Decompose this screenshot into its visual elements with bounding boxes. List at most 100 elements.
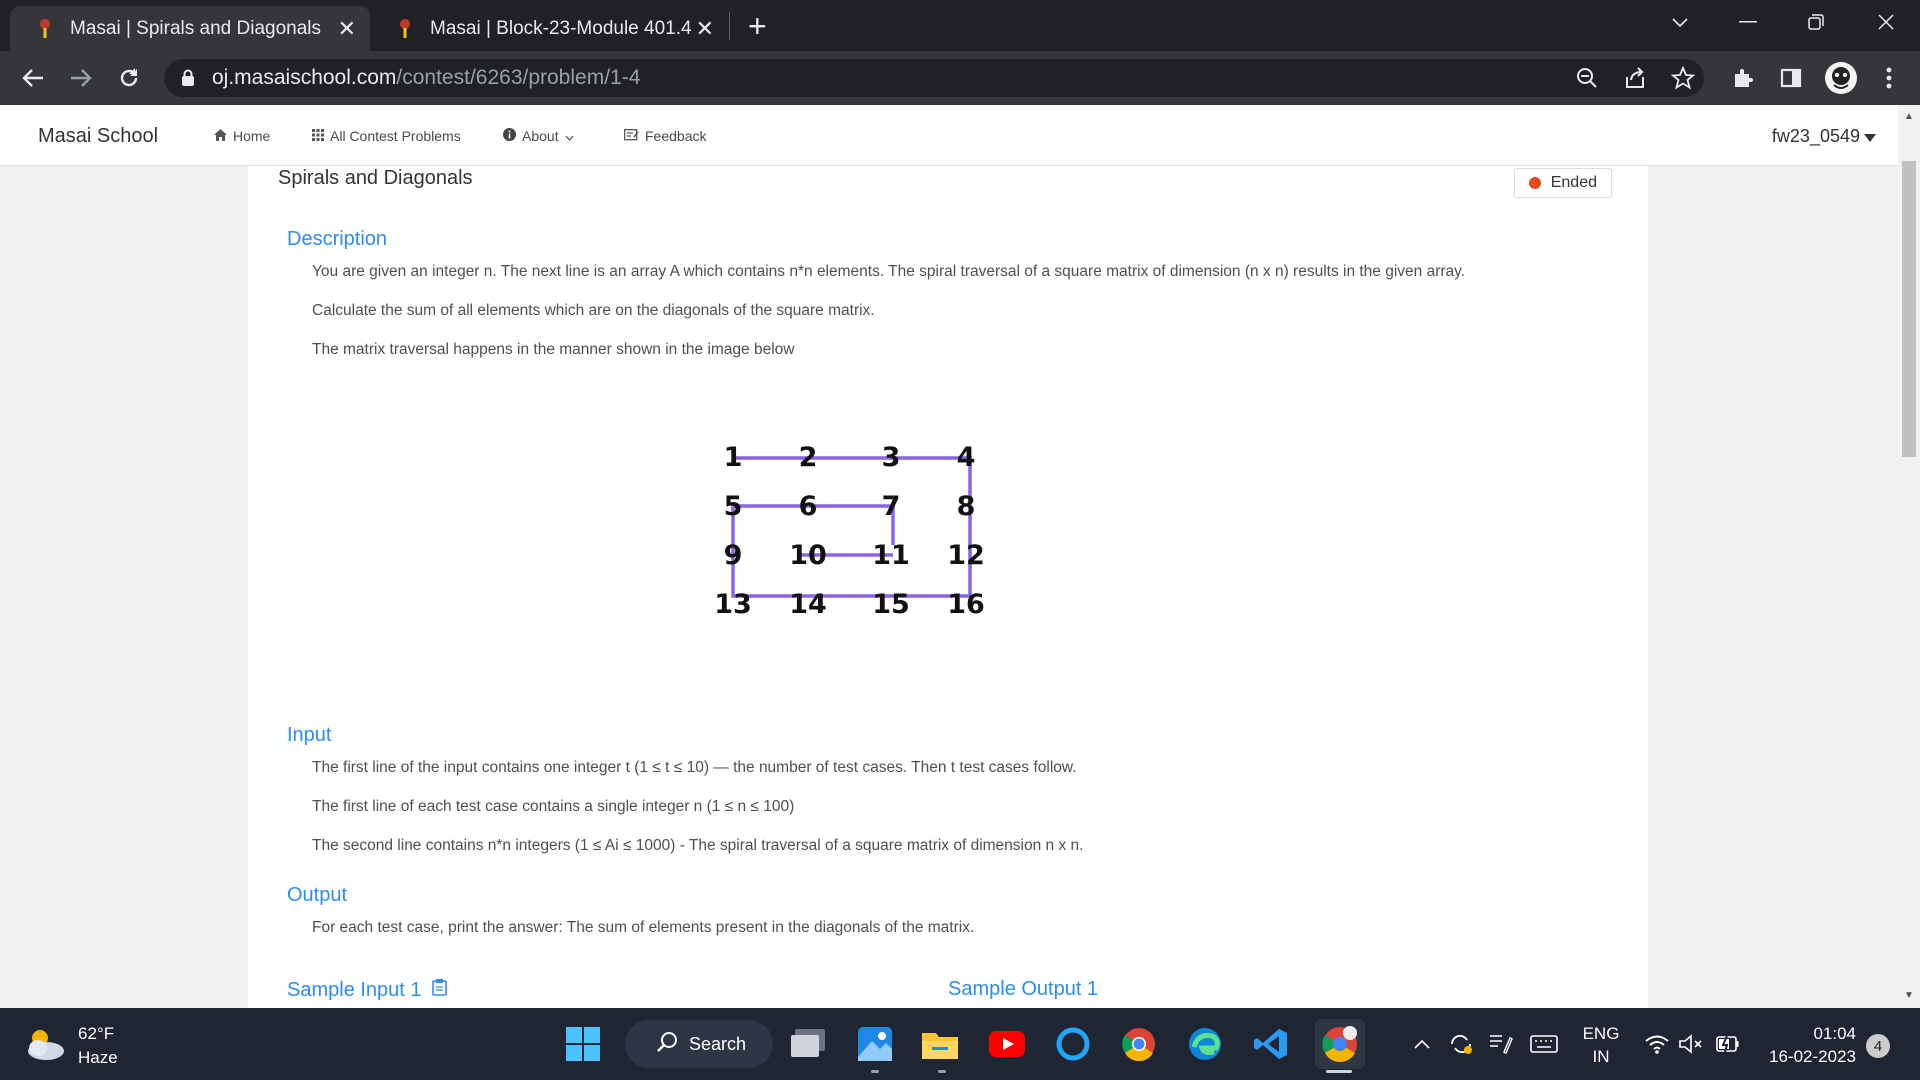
photos-app-icon[interactable] <box>855 1024 895 1064</box>
nav-all-contest-problems-label: All Contest Problems <box>330 128 461 144</box>
matrix-cell-number: 2 <box>799 442 818 473</box>
description-paragraph: You are given an integer n. The next lin… <box>312 263 1466 280</box>
caret-down-icon <box>1864 126 1876 147</box>
input-heading: Input <box>287 724 332 746</box>
username: fw23_0549 <box>1771 126 1860 146</box>
clock-date: 16-02-2023 <box>1769 1047 1856 1066</box>
masai-favicon-icon <box>34 18 56 40</box>
nav-home[interactable]: Home <box>214 128 270 144</box>
wifi-icon[interactable] <box>1642 1024 1672 1064</box>
sample-input-heading: Sample Input 1 <box>287 978 447 1002</box>
windows-start-icon[interactable] <box>563 1024 603 1064</box>
volume-muted-icon[interactable] <box>1676 1024 1706 1064</box>
nav-feedback[interactable]: Feedback <box>624 128 706 144</box>
tab-separator <box>729 12 730 40</box>
matrix-cell-number: 9 <box>724 540 743 571</box>
bookmark-star-icon[interactable] <box>1670 65 1696 91</box>
chrome-menu-icon[interactable] <box>1876 65 1902 91</box>
restore-icon[interactable] <box>1788 0 1844 44</box>
url-path: /contest/6263/problem/1-4 <box>396 66 641 89</box>
input-language-indicator[interactable]: ENG IN <box>1576 1022 1626 1068</box>
output-heading: Output <box>287 884 348 906</box>
url-text: oj.masaischool.com/contest/6263/problem/… <box>212 66 640 90</box>
matrix-cell-number: 10 <box>789 540 827 571</box>
brand-logo-text[interactable]: Masai School <box>38 125 158 148</box>
sync-icon[interactable] <box>1446 1024 1476 1064</box>
new-tab-button[interactable]: + <box>748 8 767 45</box>
app-active-indicator <box>1326 1070 1352 1073</box>
zoom-icon[interactable] <box>1574 65 1600 91</box>
battery-charging-icon[interactable] <box>1712 1024 1742 1064</box>
reload-icon[interactable] <box>112 61 146 95</box>
sample-output-title: Sample Output 1 <box>948 978 1099 1000</box>
scrollbar-thumb[interactable] <box>1902 161 1916 457</box>
touch-keyboard-icon[interactable] <box>1528 1024 1560 1064</box>
pen-workspace-icon[interactable] <box>1486 1024 1516 1064</box>
minimize-icon[interactable] <box>1720 0 1776 44</box>
nav-home-label: Home <box>233 128 271 144</box>
scroll-up-arrow-icon[interactable]: ▲ <box>1904 111 1914 122</box>
chevron-down-icon <box>565 128 574 144</box>
masai-favicon-icon <box>394 18 416 40</box>
youtube-icon[interactable] <box>987 1024 1027 1064</box>
language-code: ENG <box>1582 1024 1620 1043</box>
file-explorer-icon[interactable] <box>920 1024 960 1064</box>
windows-taskbar: 62°F Haze Search ENG IN 01:04 16-02-2023… <box>0 1008 1920 1080</box>
back-arrow-icon[interactable] <box>16 61 50 95</box>
scroll-down-arrow-icon[interactable]: ▼ <box>1904 990 1914 1001</box>
clipboard-copy-icon[interactable] <box>431 978 447 1002</box>
matrix-cell-number: 14 <box>789 589 827 620</box>
notification-count-badge[interactable]: 4 <box>1866 1034 1890 1058</box>
cortana-icon[interactable] <box>1053 1024 1093 1064</box>
search-icon <box>657 1031 679 1058</box>
matrix-cell-number: 5 <box>724 491 743 522</box>
info-icon <box>503 128 516 144</box>
share-icon[interactable] <box>1622 65 1648 91</box>
status-text: Ended <box>1550 174 1597 191</box>
show-hidden-icons-chevron-up-icon[interactable] <box>1410 1024 1434 1064</box>
side-panel-icon[interactable] <box>1778 65 1804 91</box>
matrix-cell-number: 3 <box>882 442 901 473</box>
matrix-cell-number: 1 <box>724 442 743 473</box>
chrome-icon[interactable] <box>1119 1024 1159 1064</box>
tab-spirals-and-diagonals[interactable]: Masai | Spirals and Diagonals ✕ <box>10 6 370 51</box>
weather-temperature: 62°F <box>78 1024 115 1043</box>
site-navbar: Masai School Home All Contest Problems A… <box>0 105 1898 166</box>
tab-block-23-module[interactable]: Masai | Block-23-Module 401.4.1 ✕ <box>370 6 728 51</box>
chrome-profile-app-icon[interactable] <box>1315 1019 1365 1069</box>
tab-title: Masai | Block-23-Module 401.4.1 <box>430 17 692 39</box>
tab-close-icon[interactable]: ✕ <box>338 16 356 42</box>
extensions-puzzle-icon[interactable] <box>1730 65 1756 91</box>
tab-search-chevron-down-icon[interactable] <box>1652 0 1708 44</box>
sample-output-heading: Sample Output 1 <box>948 978 1098 1001</box>
window-close-icon[interactable] <box>1858 0 1914 44</box>
browser-toolbar: oj.masaischool.com/contest/6263/problem/… <box>0 51 1920 105</box>
forward-arrow-icon[interactable] <box>64 61 98 95</box>
task-view-icon[interactable] <box>789 1024 829 1064</box>
input-paragraph: The first line of the input contains one… <box>312 759 1077 776</box>
matrix-cell-number: 13 <box>714 589 752 620</box>
search-label: Search <box>689 1033 747 1054</box>
edge-icon[interactable] <box>1185 1024 1225 1064</box>
profile-avatar[interactable] <box>1824 61 1858 95</box>
taskbar-search-box[interactable]: Search <box>625 1020 773 1068</box>
nav-all-contest-problems[interactable]: All Contest Problems <box>312 128 461 144</box>
input-paragraph: The second line contains n*n integers (1… <box>312 837 1084 854</box>
weather-widget[interactable]: 62°F Haze <box>24 1022 118 1070</box>
nav-about-label: About <box>522 128 559 144</box>
matrix-cell-number: 8 <box>957 491 976 522</box>
status-dot-icon <box>1528 177 1541 189</box>
page-content: Spirals and Diagonals Ended Description … <box>0 166 1898 1008</box>
vscode-icon[interactable] <box>1251 1024 1291 1064</box>
weather-condition: Haze <box>78 1048 118 1067</box>
tab-close-icon[interactable]: ✕ <box>696 16 714 42</box>
matrix-cell-number: 11 <box>872 540 910 571</box>
taskbar-clock[interactable]: 01:04 16-02-2023 <box>1760 1022 1856 1068</box>
url-host: oj.masaischool.com <box>212 66 397 89</box>
cloud-sun-icon <box>24 1026 66 1067</box>
page-scrollbar[interactable]: ▲ ▼ <box>1898 105 1920 1008</box>
address-bar[interactable]: oj.masaischool.com/contest/6263/problem/… <box>164 59 1704 97</box>
nav-about-dropdown[interactable]: About <box>503 128 574 144</box>
user-menu-dropdown[interactable]: fw23_0549 <box>1772 126 1876 147</box>
matrix-cell-number: 7 <box>882 491 901 522</box>
